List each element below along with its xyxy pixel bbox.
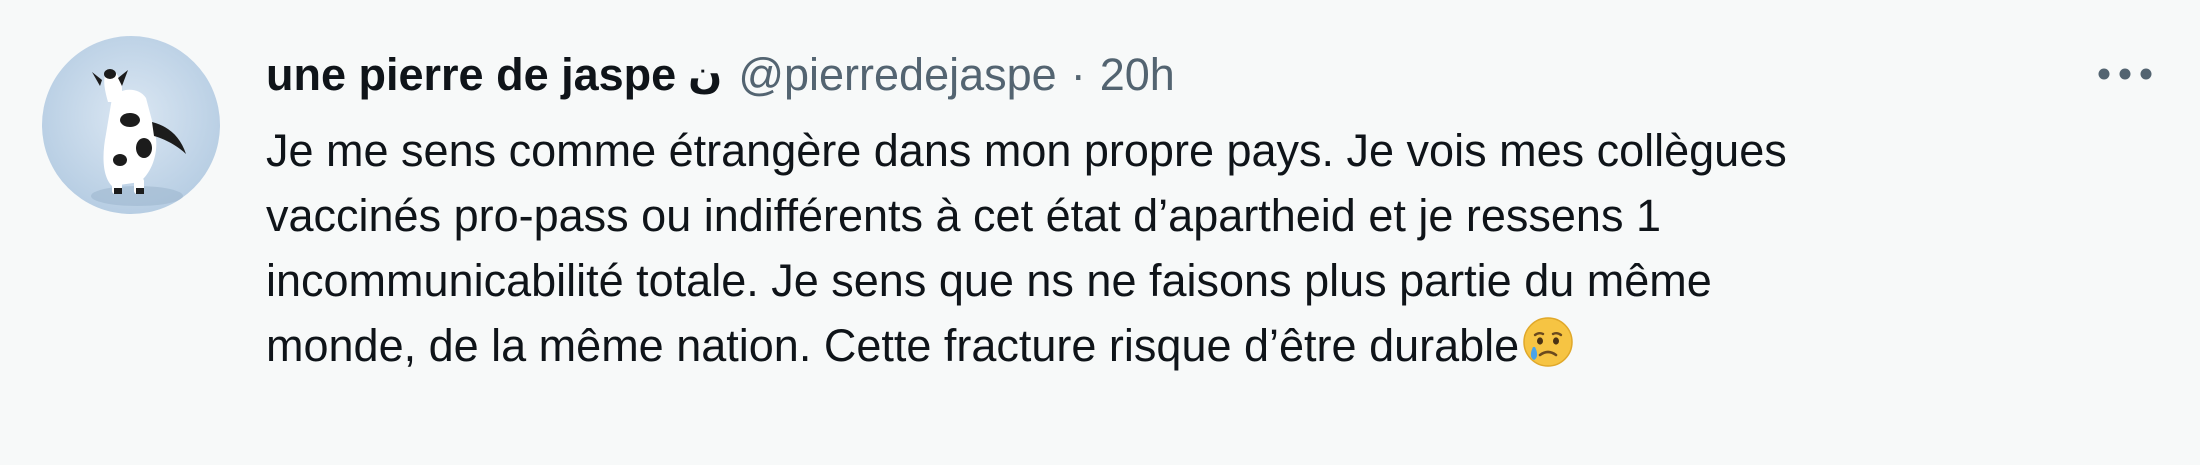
more-options-button[interactable] xyxy=(2080,44,2170,104)
author-display-name[interactable]: une pierre de jaspe xyxy=(266,49,676,101)
author-handle[interactable]: @pierredejaspe xyxy=(738,49,1056,101)
tweet-timestamp[interactable]: 20h xyxy=(1100,49,1175,101)
tweet-text: Je me sens comme étrangère dans mon prop… xyxy=(266,118,2166,386)
header-separator: · xyxy=(1070,49,1086,100)
author-name-glyph: ن xyxy=(688,52,723,98)
tweet-text-line-content: monde, de la même nation. Cette fracture… xyxy=(266,320,1520,371)
author-avatar[interactable] xyxy=(42,36,220,214)
tweet-text-line: incommunicabilité totale. Je sens que ns… xyxy=(266,255,1712,306)
more-horizontal-icon xyxy=(2098,68,2152,80)
avatar-image xyxy=(91,69,186,206)
crying-face-emoji-icon xyxy=(1521,315,1575,386)
tweet-header: une pierre de jaspe ن @pierredejaspe · 2… xyxy=(266,40,1175,110)
tweet-text-line-last: monde, de la même nation. Cette fracture… xyxy=(266,313,2166,386)
tweet-card[interactable]: une pierre de jaspe ن @pierredejaspe · 2… xyxy=(0,0,2200,465)
tweet-text-line: vaccinés pro-pass ou indifférents à cet … xyxy=(266,190,1661,241)
tweet-text-line: Je me sens comme étrangère dans mon prop… xyxy=(266,125,1787,176)
